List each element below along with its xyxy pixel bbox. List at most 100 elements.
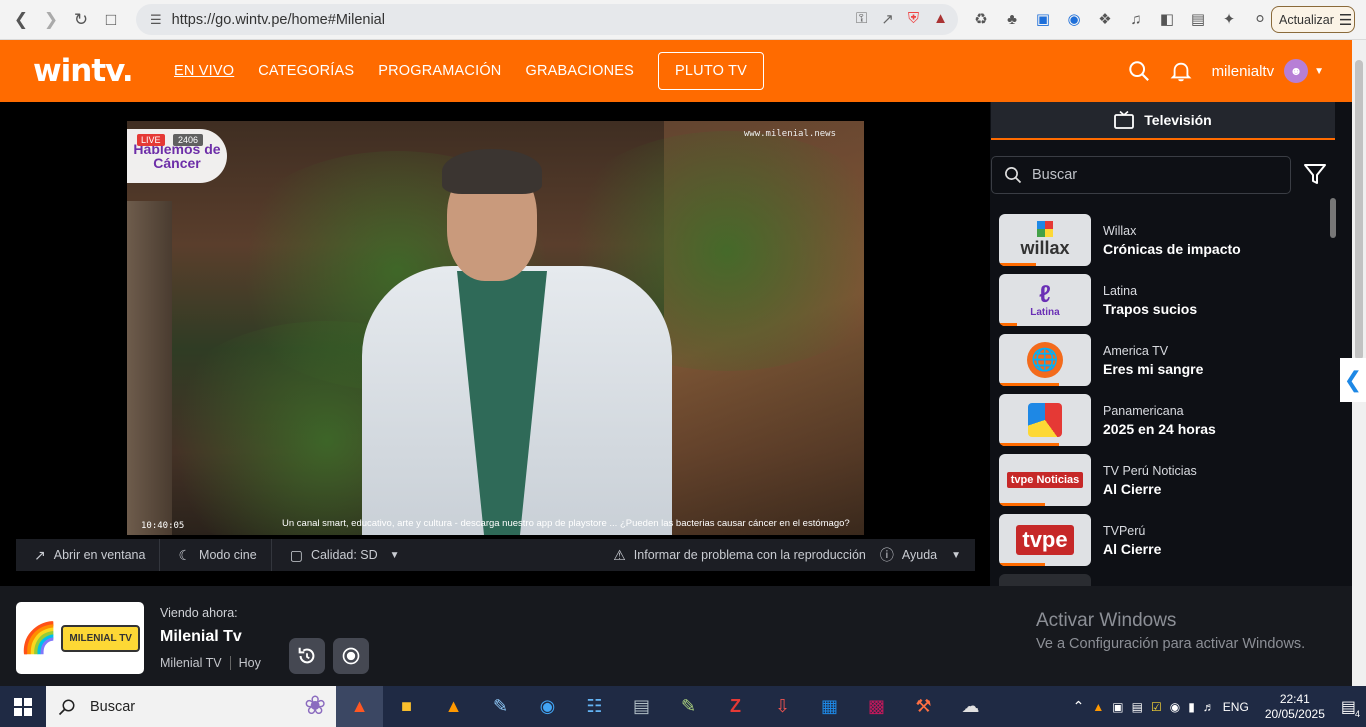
sidebar-icon[interactable]: ◧ [1156, 8, 1178, 30]
nav-en-vivo[interactable]: EN VIVO [174, 63, 234, 79]
channel-item-tvperu[interactable]: tvpe TVPerú Al Cierre [999, 514, 1329, 566]
taskbar-search[interactable]: Buscar ❀ [46, 686, 336, 727]
channel-item-willax[interactable]: willax Willax Crónicas de impacto [999, 214, 1329, 266]
channel-progress [999, 443, 1059, 446]
tray-camera-icon[interactable]: ◉ [1170, 700, 1180, 714]
quality-select[interactable]: ▢ Calidad: SD ▼ [272, 539, 414, 571]
nav-pluto-tv[interactable]: PLUTO TV [658, 52, 765, 90]
channel-item-panamericana[interactable]: Panamericana 2025 en 24 horas [999, 394, 1329, 446]
taskbar-editor-icon[interactable]: ✎ [477, 686, 524, 727]
nav-programacion[interactable]: PROGRAMACIÓN [378, 63, 501, 79]
record-button[interactable] [333, 638, 369, 674]
page-scrollbar-thumb[interactable] [1355, 60, 1363, 360]
now-playing-channel: Milenial TV [160, 656, 222, 670]
puzzle-icon[interactable]: ❖ [1094, 8, 1116, 30]
rewards-icon[interactable]: ▲ [933, 10, 948, 28]
taskbar-winrar-icon[interactable]: ▩ [853, 686, 900, 727]
open-window-button[interactable]: ↗ Abrir en ventana [16, 539, 161, 571]
channel-progress [999, 383, 1059, 386]
windows-start-button[interactable] [0, 686, 46, 727]
channel-search[interactable] [991, 156, 1291, 194]
taskbar-tools-icon[interactable]: ⚒ [900, 686, 947, 727]
recycle-icon[interactable]: ♻ [970, 8, 992, 30]
help-button[interactable]: ⓘ Ayuda ▼ [880, 539, 975, 571]
nav-categorias[interactable]: CATEGORÍAS [258, 63, 354, 79]
channel-name: Willax [1103, 223, 1137, 238]
taskbar-filezilla-icon[interactable]: Z [712, 686, 759, 727]
user-name[interactable]: milenialtv [1212, 63, 1275, 80]
restart-button[interactable] [289, 638, 325, 674]
video-player[interactable]: Hablemos de Cáncer LIVE 2406 www.milenia… [127, 121, 864, 535]
now-playing-label: Viendo ahora: [160, 606, 238, 620]
avatar[interactable]: ☻ [1284, 59, 1309, 83]
tray-battery-icon[interactable]: ▮ [1188, 700, 1195, 714]
back-icon[interactable]: ❮ [6, 5, 36, 35]
now-playing-thumbnail[interactable]: 🌈 MILENIAL TV [16, 602, 144, 674]
share-icon[interactable]: ↗ [881, 10, 894, 28]
tray-volume-icon[interactable]: ♬ [1203, 700, 1215, 714]
activate-windows-title: Activar Windows [1036, 610, 1177, 631]
forward-icon[interactable]: ❯ [36, 5, 66, 35]
filter-icon[interactable] [1303, 162, 1327, 186]
vpn-icon[interactable]: ◉ [1063, 8, 1085, 30]
channel-item-latina[interactable]: ℓ Latina Latina Trapos sucios [999, 274, 1329, 326]
windows-taskbar: Buscar ❀ ▲ ■ ▲ ✎ ◉ ☷ ▤ ✎ Z ⇩ ▦ ▩ ⚒ ☁ ⌃ ▲… [0, 686, 1366, 727]
tray-language[interactable]: ENG [1223, 700, 1249, 714]
taskbar-brave-icon[interactable]: ▲ [336, 686, 383, 727]
tray-chevron-up-icon[interactable]: ⌃ [1073, 698, 1085, 715]
main-nav: EN VIVO CATEGORÍAS PROGRAMACIÓN GRABACIO… [174, 40, 765, 102]
taskbar-notepad-icon[interactable]: ✎ [665, 686, 712, 727]
reload-icon[interactable]: ↻ [66, 5, 96, 35]
taskbar-app-blue-icon[interactable]: ◉ [524, 686, 571, 727]
taskbar-word-icon[interactable]: ▦ [806, 686, 853, 727]
channel-item-america-tv[interactable]: 🌐 America TV Eres mi sangre [999, 334, 1329, 386]
url-text[interactable]: https://go.wintv.pe/home#Milenial [172, 12, 385, 28]
taskbar-download-icon[interactable]: ⇩ [759, 686, 806, 727]
wallet-icon[interactable]: ▤ [1187, 8, 1209, 30]
windows-logo-icon [14, 697, 32, 716]
brave-shield-icon[interactable]: ⛨ [908, 10, 919, 28]
tray-display-icon[interactable]: ▣ [1112, 700, 1123, 714]
channel-logo-text: Latina [1030, 306, 1060, 318]
extension-icon[interactable]: ♣ [1001, 8, 1023, 30]
channel-search-input[interactable] [1032, 167, 1272, 183]
tray-check-icon[interactable]: ☑ [1151, 700, 1162, 714]
update-button[interactable]: Actualizar ☰ [1271, 6, 1355, 33]
notification-center-icon[interactable]: ▤ 4 [1341, 697, 1360, 719]
wintv-logo[interactable]: wintv. [33, 53, 134, 89]
collapse-panel-chevron-left-icon[interactable]: ❮ [1340, 358, 1366, 402]
cast-icon[interactable]: ▣ [1032, 8, 1054, 30]
tray-vlc-icon[interactable]: ▲ [1092, 700, 1104, 714]
taskbar-clock[interactable]: 22:41 20/05/2025 [1265, 692, 1325, 722]
channel-progress [999, 263, 1036, 266]
ai-icon[interactable]: ✦ [1218, 8, 1240, 30]
warning-icon: ⚠ [613, 546, 626, 563]
channel-item-tv-peru-noticias[interactable]: tvpe Noticias TV Perú Noticias Al Cierre [999, 454, 1329, 506]
music-icon[interactable]: ♫ [1125, 8, 1147, 30]
site-settings-icon[interactable]: ☰ [150, 12, 162, 28]
channel-item-partial[interactable] [999, 574, 1329, 586]
channel-logo-text: tvpe [1016, 525, 1074, 555]
record-icon [342, 647, 360, 665]
report-problem-button[interactable]: ⚠ Informar de problema con la reproducci… [595, 539, 880, 571]
cinema-mode-button[interactable]: ☾ Modo cine [160, 539, 272, 571]
tray-device-icon[interactable]: ▤ [1132, 700, 1143, 714]
search-icon [1005, 167, 1022, 184]
user-menu[interactable]: ☻ ▼ [1284, 59, 1324, 83]
chevron-down-icon[interactable]: ▼ [1314, 66, 1324, 77]
taskbar-explorer-icon[interactable]: ■ [383, 686, 430, 727]
taskbar-network-icon[interactable]: ☷ [571, 686, 618, 727]
taskbar-weather-icon[interactable]: ☁ [947, 686, 994, 727]
address-bar[interactable]: ☰ https://go.wintv.pe/home#Milenial ⚿ ↗ … [136, 4, 958, 35]
tab-television[interactable]: Televisión [991, 102, 1335, 140]
search-icon[interactable] [1128, 60, 1150, 82]
channel-list-scrollbar[interactable] [1330, 198, 1336, 238]
channel-logo-text: tvpe Noticias [1006, 472, 1084, 488]
nav-grabaciones[interactable]: GRABACIONES [525, 63, 634, 79]
bell-icon[interactable] [1170, 60, 1192, 82]
taskbar-vlc-icon[interactable]: ▲ [430, 686, 477, 727]
bookmark-icon[interactable]: □ [96, 5, 126, 35]
key-icon[interactable]: ⚿ [856, 10, 867, 28]
shield-icon[interactable]: ⚪ [1249, 8, 1271, 30]
taskbar-monitor-icon[interactable]: ▤ [618, 686, 665, 727]
